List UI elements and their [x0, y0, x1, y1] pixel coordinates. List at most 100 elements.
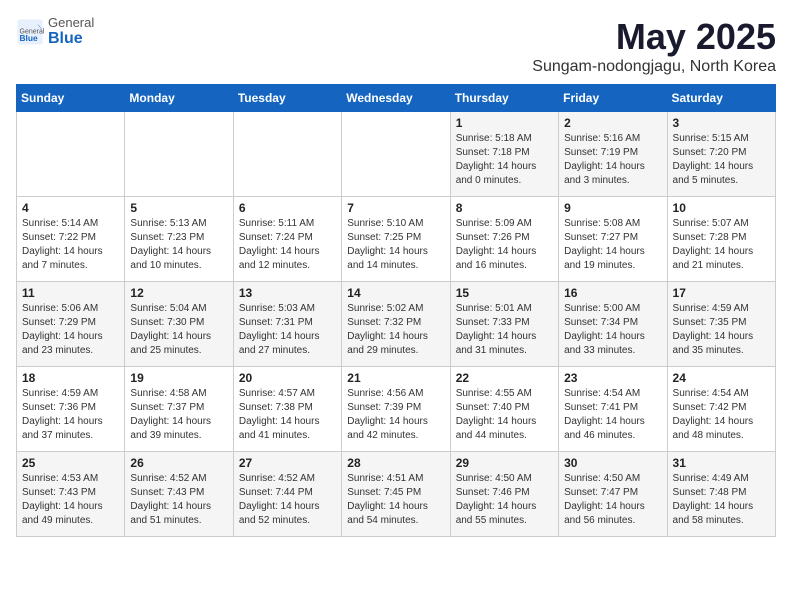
calendar-cell	[17, 112, 125, 197]
day-number: 18	[22, 371, 119, 385]
cell-text: Daylight: 14 hours and 37 minutes.	[22, 415, 119, 443]
calendar-cell: 7Sunrise: 5:10 AMSunset: 7:25 PMDaylight…	[342, 197, 450, 282]
cell-text: Sunset: 7:18 PM	[456, 146, 553, 160]
cell-text: Daylight: 14 hours and 27 minutes.	[239, 330, 336, 358]
day-number: 4	[22, 201, 119, 215]
cell-text: Sunset: 7:43 PM	[130, 486, 227, 500]
cell-text: Daylight: 14 hours and 51 minutes.	[130, 500, 227, 528]
day-number: 3	[673, 116, 770, 130]
cell-text: Sunrise: 4:50 AM	[564, 472, 661, 486]
cell-text: Sunset: 7:42 PM	[673, 401, 770, 415]
cell-text: Daylight: 14 hours and 39 minutes.	[130, 415, 227, 443]
cell-text: Sunset: 7:41 PM	[564, 401, 661, 415]
calendar-cell: 4Sunrise: 5:14 AMSunset: 7:22 PMDaylight…	[17, 197, 125, 282]
svg-text:Blue: Blue	[20, 33, 38, 43]
cell-text: Daylight: 14 hours and 31 minutes.	[456, 330, 553, 358]
day-number: 2	[564, 116, 661, 130]
cell-text: Sunset: 7:48 PM	[673, 486, 770, 500]
calendar-cell: 1 Sunrise: 5:18 AMSunset: 7:18 PMDaylight…	[450, 112, 558, 197]
cell-text: Sunset: 7:43 PM	[22, 486, 119, 500]
day-number: 15	[456, 286, 553, 300]
cell-text: Sunrise: 4:56 AM	[347, 387, 444, 401]
cell-text: Daylight: 14 hours and 21 minutes.	[673, 245, 770, 273]
day-number: 16	[564, 286, 661, 300]
calendar-cell: 21Sunrise: 4:56 AMSunset: 7:39 PMDayligh…	[342, 367, 450, 452]
logo-text: General Blue	[48, 16, 94, 48]
day-number: 5	[130, 201, 227, 215]
cell-text: Sunrise: 5:18 AM	[456, 132, 553, 146]
day-number: 6	[239, 201, 336, 215]
day-number: 13	[239, 286, 336, 300]
cell-text: Daylight: 14 hours and 41 minutes.	[239, 415, 336, 443]
calendar-cell: 26Sunrise: 4:52 AMSunset: 7:43 PMDayligh…	[125, 452, 233, 537]
day-number: 23	[564, 371, 661, 385]
logo: General Blue General Blue	[16, 16, 94, 48]
day-header-wednesday: Wednesday	[342, 85, 450, 112]
calendar-header: SundayMondayTuesdayWednesdayThursdayFrid…	[17, 85, 776, 112]
logo-general-text: General	[48, 16, 94, 30]
calendar-cell: 15 Sunrise: 5:01 AMSunset: 7:33 PMDayligh…	[450, 282, 558, 367]
cell-text: Sunset: 7:33 PM	[456, 316, 553, 330]
cell-text: Sunrise: 4:59 AM	[673, 302, 770, 316]
cell-text: Sunset: 7:46 PM	[456, 486, 553, 500]
day-number: 25	[22, 456, 119, 470]
day-number: 20	[239, 371, 336, 385]
cell-text: Daylight: 14 hours and 48 minutes.	[673, 415, 770, 443]
cell-text: Sunrise: 4:51 AM	[347, 472, 444, 486]
day-number: 1	[456, 116, 553, 130]
day-number: 8	[456, 201, 553, 215]
cell-text: Daylight: 14 hours and 56 minutes.	[564, 500, 661, 528]
cell-text: Sunset: 7:29 PM	[22, 316, 119, 330]
day-header-monday: Monday	[125, 85, 233, 112]
calendar-cell: 30Sunrise: 4:50 AMSunset: 7:47 PMDayligh…	[559, 452, 667, 537]
cell-text: Daylight: 14 hours and 58 minutes.	[673, 500, 770, 528]
cell-text: Sunset: 7:25 PM	[347, 231, 444, 245]
cell-text: Sunrise: 5:01 AM	[456, 302, 553, 316]
cell-text: Daylight: 14 hours and 55 minutes.	[456, 500, 553, 528]
cell-text: Sunset: 7:38 PM	[239, 401, 336, 415]
calendar-cell: 6Sunrise: 5:11 AMSunset: 7:24 PMDaylight…	[233, 197, 341, 282]
calendar-cell: 16Sunrise: 5:00 AMSunset: 7:34 PMDayligh…	[559, 282, 667, 367]
calendar-cell: 12Sunrise: 5:04 AMSunset: 7:30 PMDayligh…	[125, 282, 233, 367]
calendar-cell: 2Sunrise: 5:16 AMSunset: 7:19 PMDaylight…	[559, 112, 667, 197]
cell-text: Sunrise: 4:58 AM	[130, 387, 227, 401]
cell-text: Sunrise: 4:53 AM	[22, 472, 119, 486]
calendar-cell: 9Sunrise: 5:08 AMSunset: 7:27 PMDaylight…	[559, 197, 667, 282]
calendar-cell: 31Sunrise: 4:49 AMSunset: 7:48 PMDayligh…	[667, 452, 775, 537]
calendar-cell: 27Sunrise: 4:52 AMSunset: 7:44 PMDayligh…	[233, 452, 341, 537]
cell-text: Sunrise: 4:50 AM	[456, 472, 553, 486]
cell-text: Sunrise: 5:10 AM	[347, 217, 444, 231]
day-header-thursday: Thursday	[450, 85, 558, 112]
day-number: 27	[239, 456, 336, 470]
cell-text: Sunrise: 4:54 AM	[673, 387, 770, 401]
header-row: SundayMondayTuesdayWednesdayThursdayFrid…	[17, 85, 776, 112]
cell-text: Sunset: 7:44 PM	[239, 486, 336, 500]
logo-blue-text: Blue	[48, 30, 94, 48]
calendar-cell: 3Sunrise: 5:15 AMSunset: 7:20 PMDaylight…	[667, 112, 775, 197]
cell-text: Sunset: 7:28 PM	[673, 231, 770, 245]
day-header-tuesday: Tuesday	[233, 85, 341, 112]
cell-text: Sunset: 7:23 PM	[130, 231, 227, 245]
cell-text: Daylight: 14 hours and 16 minutes.	[456, 245, 553, 273]
day-number: 19	[130, 371, 227, 385]
day-number: 31	[673, 456, 770, 470]
cell-text: Daylight: 14 hours and 42 minutes.	[347, 415, 444, 443]
week-row-4: 18Sunrise: 4:59 AMSunset: 7:36 PMDayligh…	[17, 367, 776, 452]
cell-text: Sunrise: 4:54 AM	[564, 387, 661, 401]
calendar-cell: 20 Sunrise: 4:57 AMSunset: 7:38 PMDayligh…	[233, 367, 341, 452]
cell-text: Sunset: 7:30 PM	[130, 316, 227, 330]
cell-text: Daylight: 14 hours and 19 minutes.	[564, 245, 661, 273]
cell-text: Daylight: 14 hours and 35 minutes.	[673, 330, 770, 358]
cell-text: Daylight: 14 hours and 3 minutes.	[564, 160, 661, 188]
cell-text: Daylight: 14 hours and 7 minutes.	[22, 245, 119, 273]
cell-text: Sunset: 7:20 PM	[673, 146, 770, 160]
cell-text: Sunrise: 4:57 AM	[239, 387, 336, 401]
day-header-friday: Friday	[559, 85, 667, 112]
cell-text: Sunrise: 5:11 AM	[239, 217, 336, 231]
cell-text: Sunrise: 5:00 AM	[564, 302, 661, 316]
cell-text: Sunrise: 5:09 AM	[456, 217, 553, 231]
cell-text: Sunrise: 5:13 AM	[130, 217, 227, 231]
cell-text: Daylight: 14 hours and 0 minutes.	[456, 160, 553, 188]
calendar-cell: 18Sunrise: 4:59 AMSunset: 7:36 PMDayligh…	[17, 367, 125, 452]
cell-text: Sunset: 7:36 PM	[22, 401, 119, 415]
